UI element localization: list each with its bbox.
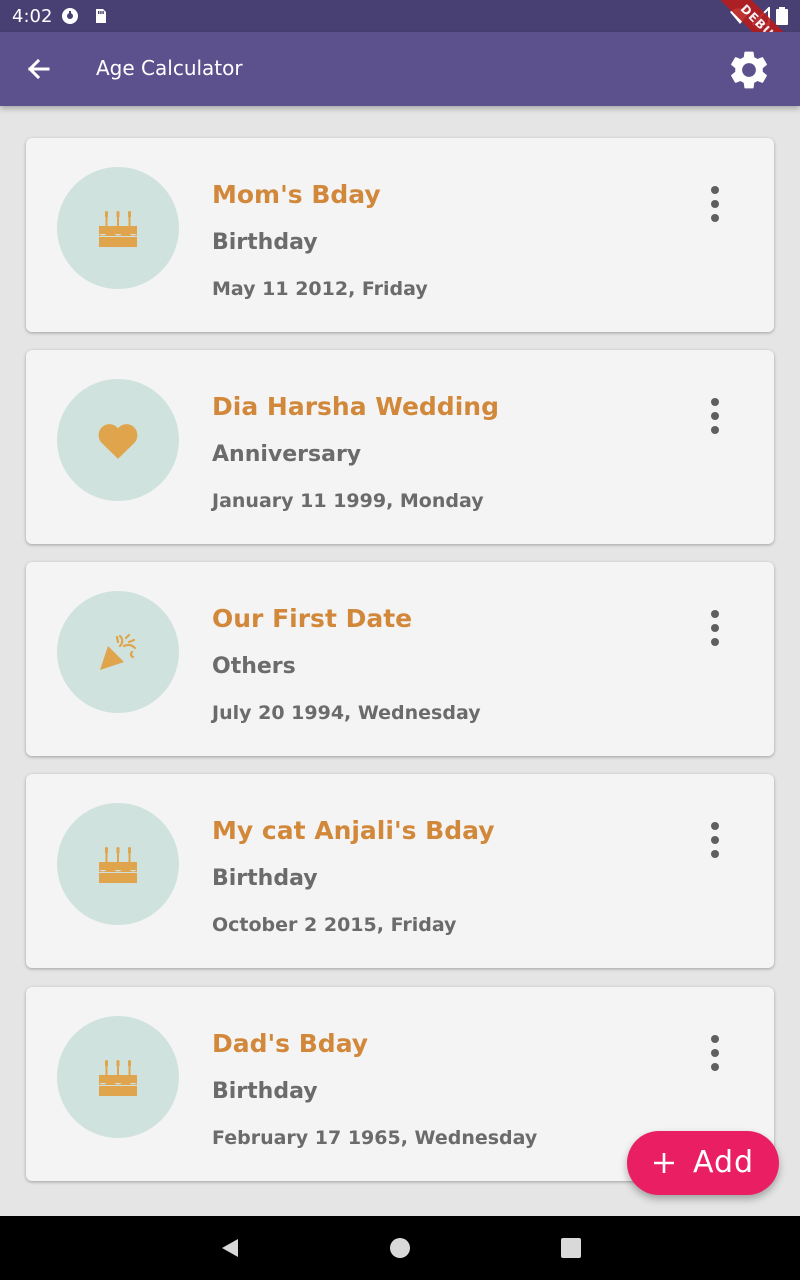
plus-icon bbox=[654, 1153, 674, 1173]
nav-home-icon[interactable] bbox=[388, 1236, 412, 1260]
status-bar: 4:02 DEBUG bbox=[0, 0, 800, 86]
nav-recents-icon[interactable] bbox=[559, 1236, 583, 1260]
sd-card-icon bbox=[96, 9, 106, 23]
gear-icon[interactable] bbox=[726, 47, 772, 93]
event-type: Birthday bbox=[212, 230, 318, 255]
app-notification-icon bbox=[62, 8, 78, 24]
heart-icon bbox=[98, 424, 138, 459]
page-title: Age Calculator bbox=[96, 56, 243, 80]
event-type: Anniversary bbox=[212, 442, 362, 467]
event-avatar bbox=[57, 1016, 179, 1138]
event-type: Birthday bbox=[212, 1079, 318, 1104]
cake-icon bbox=[99, 1060, 137, 1096]
event-title: Dad's Bday bbox=[212, 1029, 369, 1058]
battery-icon bbox=[776, 7, 788, 25]
event-card[interactable]: Mom's Bday Birthday May 11 2012, Friday bbox=[26, 138, 774, 332]
event-card[interactable]: Dia Harsha Wedding Anniversary January 1… bbox=[26, 350, 774, 544]
more-options-icon[interactable] bbox=[700, 608, 730, 648]
add-button-label: Add bbox=[693, 1145, 755, 1180]
more-options-icon[interactable] bbox=[700, 1033, 730, 1073]
cake-icon bbox=[99, 211, 137, 247]
event-date: May 11 2012, Friday bbox=[212, 278, 428, 300]
event-title: My cat Anjali's Bday bbox=[212, 816, 495, 845]
status-time: 4:02 bbox=[12, 6, 53, 27]
event-avatar bbox=[57, 591, 179, 713]
app-bar: Age Calculator bbox=[0, 32, 800, 106]
event-avatar bbox=[57, 803, 179, 925]
more-options-icon[interactable] bbox=[700, 820, 730, 860]
event-card[interactable]: Our First Date Others July 20 1994, Wedn… bbox=[26, 562, 774, 756]
event-date: October 2 2015, Friday bbox=[212, 914, 457, 936]
event-date: July 20 1994, Wednesday bbox=[212, 702, 481, 724]
event-title: Dia Harsha Wedding bbox=[212, 392, 499, 421]
event-avatar bbox=[57, 167, 179, 289]
event-type: Others bbox=[212, 654, 296, 679]
more-options-icon[interactable] bbox=[700, 396, 730, 436]
cake-icon bbox=[99, 847, 137, 883]
party-popper-icon bbox=[100, 633, 137, 670]
event-title: Our First Date bbox=[212, 604, 413, 633]
arrow-back-icon[interactable] bbox=[20, 51, 56, 87]
add-button[interactable]: Add bbox=[627, 1131, 779, 1195]
nav-back-icon[interactable] bbox=[218, 1236, 242, 1260]
event-type: Birthday bbox=[212, 866, 318, 891]
more-options-icon[interactable] bbox=[700, 184, 730, 224]
system-nav-bar bbox=[0, 1216, 800, 1280]
event-title: Mom's Bday bbox=[212, 180, 381, 209]
event-avatar bbox=[57, 379, 179, 501]
event-date: February 17 1965, Wednesday bbox=[212, 1127, 538, 1149]
event-card[interactable]: My cat Anjali's Bday Birthday October 2 … bbox=[26, 774, 774, 968]
event-date: January 11 1999, Monday bbox=[212, 490, 484, 512]
